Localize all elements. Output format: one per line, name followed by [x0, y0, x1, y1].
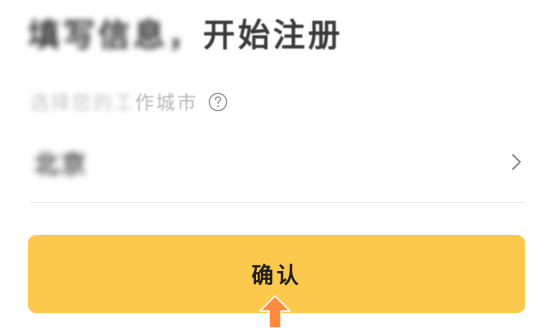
page-title: 填写信息，开始注册	[28, 10, 343, 56]
city-select-row[interactable]: 北京	[30, 132, 525, 203]
page-title-blurred: 填写信息，	[28, 16, 204, 54]
page-title-clear: 开始注册	[203, 16, 344, 54]
city-field-label: 选择您的工 作城市	[30, 88, 228, 115]
city-label-blurred: 选择您的工	[30, 92, 136, 114]
city-label-clear: 作城市	[135, 92, 199, 114]
city-value: 北京	[34, 150, 89, 179]
chevron-right-icon	[512, 154, 521, 170]
question-circle-icon[interactable]	[208, 92, 228, 112]
pointer-arrow-icon	[259, 295, 291, 328]
